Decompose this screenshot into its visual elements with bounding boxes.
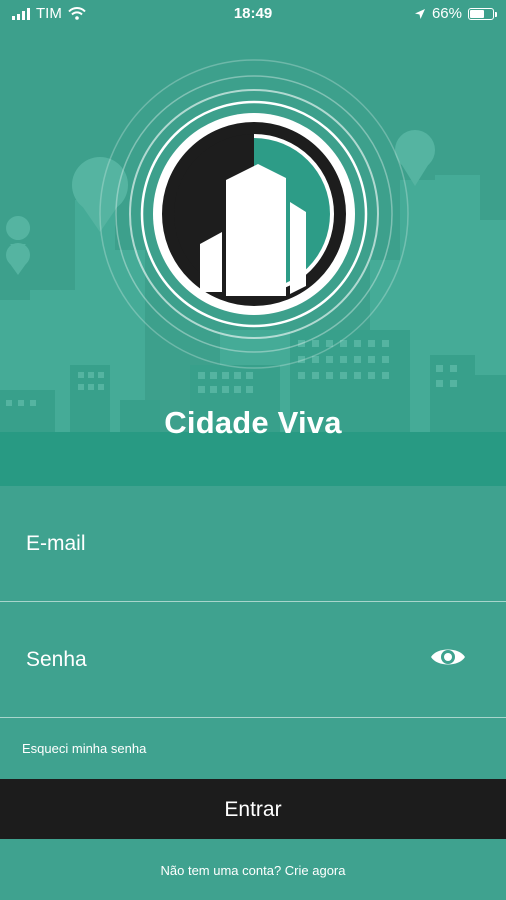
password-field-container <box>0 602 506 718</box>
battery-icon <box>468 7 497 20</box>
eye-icon[interactable] <box>430 644 466 670</box>
password-field[interactable] <box>26 602 406 717</box>
forgot-password-link[interactable]: Esqueci minha senha <box>22 741 146 756</box>
status-bar: TIM 18:49 66% <box>0 0 506 30</box>
location-arrow-icon <box>414 8 425 19</box>
city-logo-icon <box>153 113 355 315</box>
email-field-container <box>0 486 506 602</box>
battery-percentage: 66% <box>431 5 462 22</box>
email-field[interactable] <box>26 486 406 601</box>
signup-link[interactable]: Não tem uma conta? Crie agora <box>0 863 506 878</box>
app-title: Cidade Viva <box>164 405 342 440</box>
hero-banner: Cidade Viva <box>0 0 506 486</box>
login-button[interactable]: Entrar <box>0 779 506 839</box>
